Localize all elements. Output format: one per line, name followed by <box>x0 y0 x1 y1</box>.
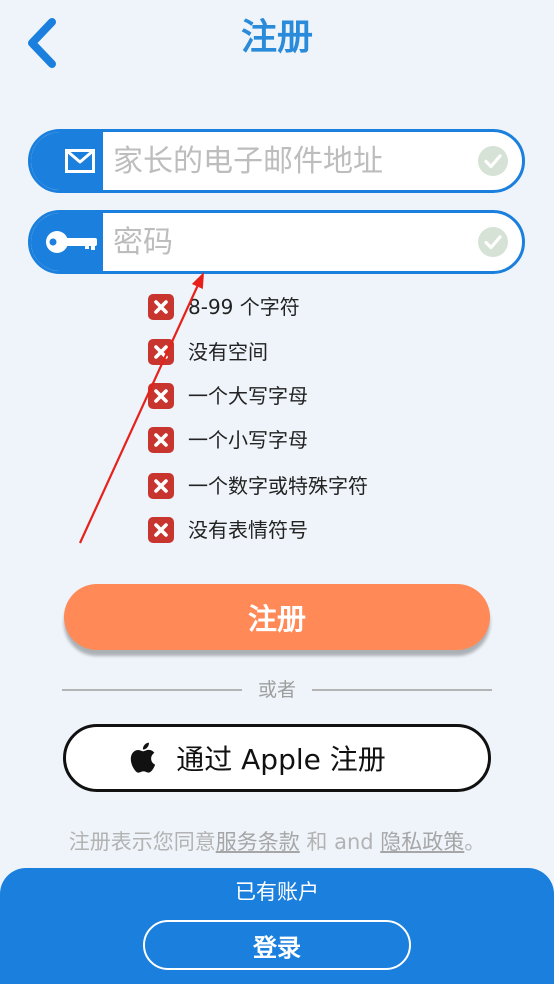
requirement-item: 没有表情符号 <box>148 517 308 543</box>
email-field-icon-segment <box>31 132 103 190</box>
x-mark-icon <box>148 294 174 320</box>
register-button[interactable]: 注册 <box>64 584 490 650</box>
requirement-label: 没有空间 <box>188 340 268 364</box>
requirement-item: 一个小写字母 <box>148 427 308 453</box>
terms-prefix: 注册表示您同意 <box>68 830 216 854</box>
login-button-label: 登录 <box>253 933 301 962</box>
privacy-policy-link[interactable]: 隐私政策 <box>380 830 464 854</box>
terms-middle: 和 and <box>299 830 381 854</box>
password-field[interactable] <box>28 210 525 274</box>
terms-notice: 注册表示您同意服务条款 和 and 隐私政策。 <box>0 828 554 856</box>
page-title: 注册 <box>240 17 313 58</box>
requirement-item: 一个数字或特殊字符 <box>148 473 368 499</box>
requirement-item: 没有空间 <box>148 339 268 365</box>
apple-signup-label: 通过 Apple 注册 <box>176 743 386 776</box>
check-circle-icon <box>478 227 508 257</box>
password-field-icon-segment <box>31 213 103 271</box>
requirement-item: 8-99 个字符 <box>148 294 300 320</box>
requirement-item: 一个大写字母 <box>148 383 308 409</box>
register-button-label: 注册 <box>247 602 306 636</box>
envelope-icon <box>65 149 95 173</box>
requirement-label: 没有表情符号 <box>188 518 308 542</box>
requirement-label: 8-99 个字符 <box>188 295 300 319</box>
x-mark-icon <box>148 427 174 453</box>
divider-line-right <box>312 689 492 691</box>
x-mark-icon <box>148 517 174 543</box>
x-mark-icon <box>148 473 174 499</box>
login-footer: 已有账户 登录 <box>0 868 554 984</box>
login-button[interactable]: 登录 <box>143 920 411 970</box>
terms-suffix: 。 <box>464 830 486 854</box>
email-field[interactable] <box>28 129 525 193</box>
requirement-label: 一个小写字母 <box>188 428 308 452</box>
requirement-label: 一个大写字母 <box>188 384 308 408</box>
existing-account-prompt: 已有账户 <box>235 880 319 904</box>
apple-signup-button[interactable]: 通过 Apple 注册 <box>63 724 491 792</box>
email-input[interactable] <box>113 132 468 190</box>
check-circle-icon <box>478 146 508 176</box>
x-mark-icon <box>148 339 174 365</box>
requirement-label: 一个数字或特殊字符 <box>188 474 368 498</box>
apple-icon <box>131 742 156 773</box>
key-icon <box>46 231 97 253</box>
x-mark-icon <box>148 383 174 409</box>
terms-of-service-link[interactable]: 服务条款 <box>216 830 300 854</box>
password-input[interactable] <box>113 213 468 271</box>
